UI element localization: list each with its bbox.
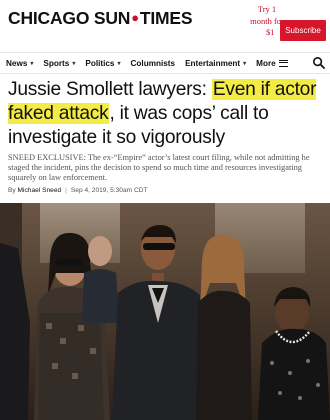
chevron-down-icon: ▾: [117, 60, 121, 67]
masthead: CHICAGO SUN●TIMES Try 1 month for $1 Sub…: [0, 0, 330, 50]
nav-item-more[interactable]: More: [256, 59, 288, 68]
promo-line-1: Try 1: [257, 4, 277, 14]
nav-item-news[interactable]: News ▾: [6, 59, 33, 68]
nav-item-label: Entertainment: [185, 58, 241, 68]
byline-separator: |: [65, 187, 67, 194]
chevron-down-icon: ▾: [72, 60, 76, 67]
subscribe-button[interactable]: Subscribe: [280, 20, 326, 41]
chevron-down-icon: ▾: [243, 60, 247, 67]
nav-item-sports[interactable]: Sports ▾: [43, 59, 75, 68]
headline-part-1: Jussie Smollett lawyers:: [8, 79, 212, 100]
hero-photo[interactable]: [0, 203, 330, 420]
hamburger-menu-icon: [278, 59, 288, 67]
nav-item-label: News: [6, 58, 28, 68]
site-logo[interactable]: CHICAGO SUN●TIMES: [8, 8, 193, 29]
search-button[interactable]: [312, 56, 326, 70]
search-icon: [312, 56, 325, 69]
main-nav: News ▾ Sports ▾ Politics ▾ Columnists Enter…: [0, 52, 330, 74]
nav-item-label: Columnists: [130, 58, 176, 68]
byline: By Michael Sneed | Sep 4, 2019, 5:30am CDT: [8, 187, 148, 194]
nav-item-entertainment[interactable]: Entertainment ▾: [185, 59, 246, 68]
article-headline: Jussie Smollett lawyers: Even if actor f…: [8, 78, 326, 150]
publish-date: Sep 4, 2019, 5:30am CDT: [70, 187, 148, 194]
hero-photo-illustration: [0, 203, 330, 420]
chevron-down-icon: ▾: [30, 60, 34, 67]
article-dek: SNEED EXCLUSIVE: The ex-“Empire” actor’s…: [8, 153, 310, 182]
logo-text-left: CHICAGO SUN: [8, 8, 131, 28]
nav-item-label: Sports: [43, 58, 70, 68]
author-link[interactable]: Michael Sneed: [18, 187, 62, 194]
nav-item-label: More: [256, 58, 276, 68]
byline-prefix: By: [8, 187, 16, 194]
logo-star-icon: ●: [131, 10, 139, 25]
nav-item-label: Politics: [85, 58, 115, 68]
logo-text-right: TIMES: [139, 8, 193, 28]
promo-line-3: $1: [266, 27, 275, 37]
nav-item-columnists[interactable]: Columnists: [131, 59, 176, 68]
nav-item-politics[interactable]: Politics ▾: [85, 59, 120, 68]
